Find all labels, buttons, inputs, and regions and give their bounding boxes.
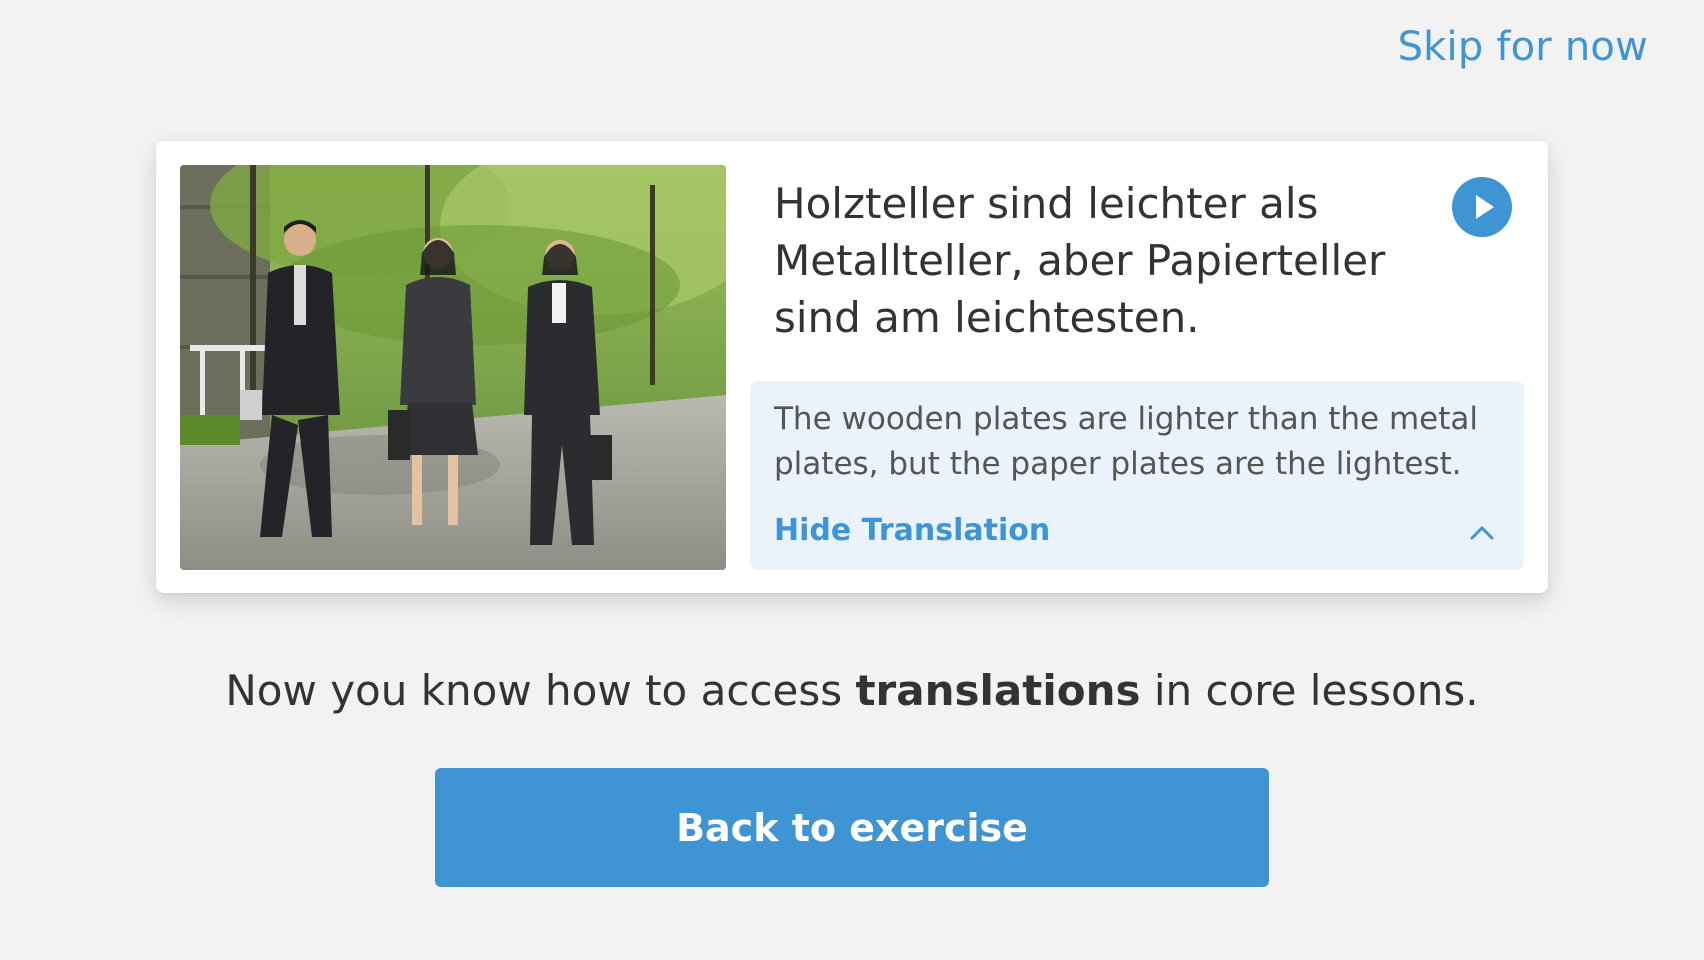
message-highlight: translations <box>855 666 1141 715</box>
german-sentence: Holzteller sind leichter als Metalltelle… <box>774 179 1386 342</box>
translation-text: The wooden plates are lighter than the m… <box>774 401 1478 482</box>
hide-translation-button[interactable]: Hide Translation <box>774 513 1050 548</box>
lesson-card: Holzteller sind leichter als Metalltelle… <box>156 141 1548 593</box>
play-audio-button[interactable] <box>1452 177 1512 237</box>
message-text-before: Now you know how to access <box>225 666 856 715</box>
message-text-after: in core lessons. <box>1140 666 1479 715</box>
completion-message: Now you know how to access translations … <box>0 666 1704 715</box>
skip-for-now-link[interactable]: Skip for now <box>1398 24 1648 70</box>
lesson-photo <box>180 165 726 570</box>
play-icon <box>1476 195 1494 219</box>
translation-panel: The wooden plates are lighter than the m… <box>750 381 1524 570</box>
chevron-up-icon[interactable] <box>1468 523 1496 543</box>
back-to-exercise-button[interactable]: Back to exercise <box>435 768 1269 887</box>
